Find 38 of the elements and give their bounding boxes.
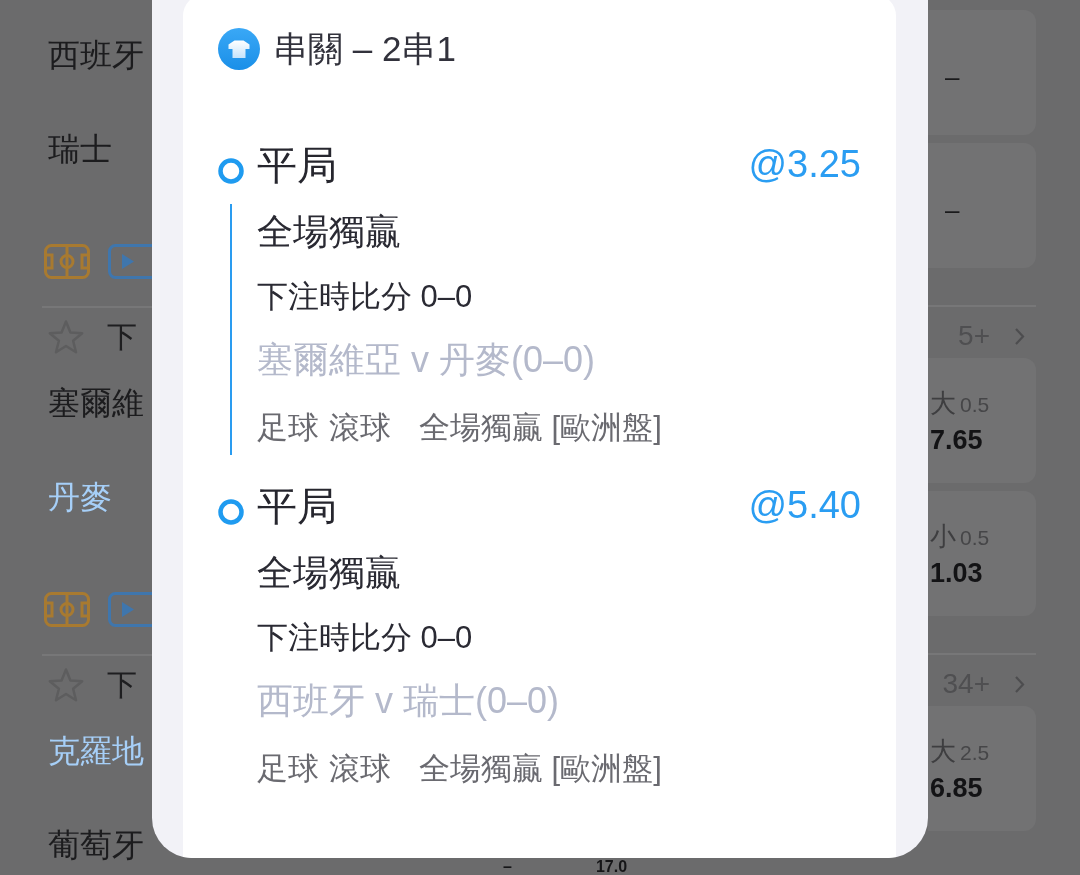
pitch-icon[interactable] (44, 244, 90, 279)
mode-tag: 滾球 (329, 409, 391, 447)
market-type-tag: 全場獨贏 [歐洲盤] (419, 409, 662, 447)
match-teams: 西班牙 v 瑞士(0–0) (257, 679, 560, 723)
bet-type-title: 串關 – 2串1 (273, 28, 456, 70)
team-name: 西班牙 (48, 35, 144, 75)
play-icon[interactable] (108, 592, 152, 627)
play-icon[interactable] (108, 244, 152, 279)
team-name: 葡萄牙 (48, 825, 144, 865)
team-name: 塞爾維 (48, 383, 144, 423)
chevron-icon (1014, 674, 1025, 694)
selection-label: 平局 (257, 142, 337, 189)
ring-icon (218, 158, 244, 184)
chevron-icon (1014, 326, 1025, 346)
period-label: 下 (107, 667, 137, 703)
team-name: 丹麥 (48, 477, 112, 517)
market-name: 全場獨贏 (257, 551, 401, 595)
odds-value: @5.40 (748, 483, 861, 529)
odds-card[interactable]: – (928, 143, 1036, 268)
odds-value: – (503, 858, 512, 875)
sport-tag: 足球 (257, 409, 319, 447)
market-type-tag: 全場獨贏 [歐洲盤] (419, 750, 662, 788)
score-at-bet: 下注時比分 0–0 (257, 619, 473, 657)
market-name: 全場獨贏 (257, 210, 401, 254)
selection-label: 平局 (257, 483, 337, 530)
sport-tag: 足球 (257, 750, 319, 788)
mode-tag: 滾球 (329, 750, 391, 788)
period-label: 下 (107, 319, 137, 355)
match-teams: 塞爾維亞 v 丹麥(0–0) (257, 338, 596, 382)
score-at-bet: 下注時比分 0–0 (257, 278, 473, 316)
odds-value: 17.0 (595, 858, 628, 875)
shirt-icon (218, 28, 260, 70)
odds-card[interactable]: – (928, 10, 1036, 135)
team-name: 克羅地 (48, 731, 144, 771)
team-name: 瑞士 (48, 129, 112, 169)
odds-value: @3.25 (748, 142, 861, 188)
ring-icon (218, 499, 244, 525)
pitch-icon[interactable] (44, 592, 90, 627)
